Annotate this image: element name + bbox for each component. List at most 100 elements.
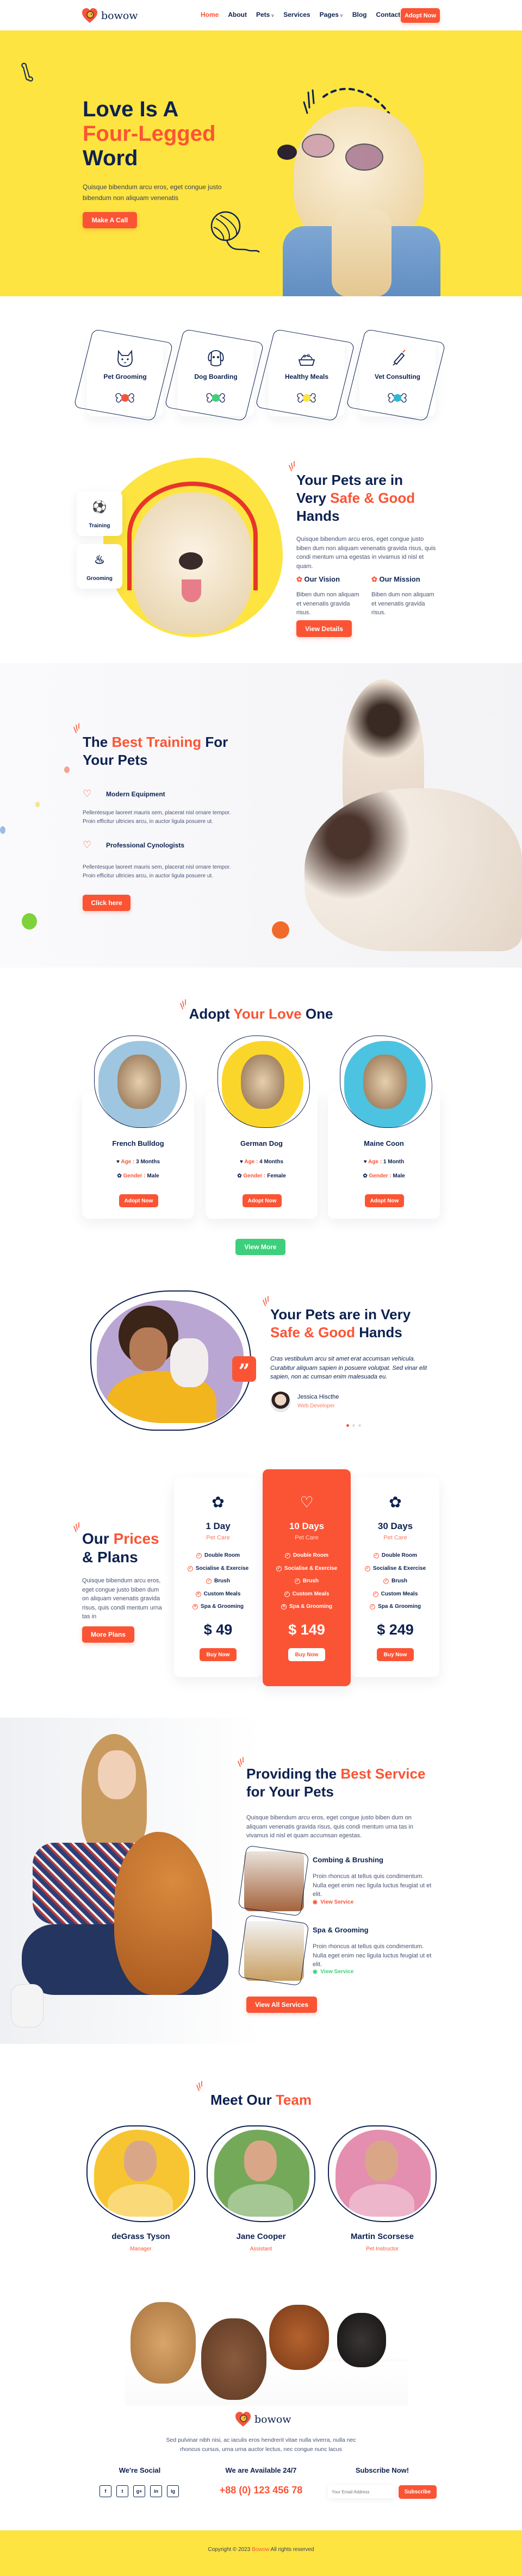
pricing-title-line1: Our Prices — [82, 1530, 159, 1548]
heart-dog-logo-icon — [82, 8, 97, 23]
view-service-link[interactable]: ◉ View Service — [313, 1969, 353, 1975]
top-navigation: bowow Home About Pets ∨ Services Pages ∨ B… — [0, 0, 522, 30]
twitter-icon[interactable]: t — [116, 2485, 128, 2497]
dog-with-sunglasses-photo — [272, 101, 446, 296]
adopt-now-button[interactable]: Adopt Now — [119, 1194, 158, 1207]
instagram-icon[interactable]: ig — [167, 2485, 179, 2497]
main-menu: Home About Pets ∨ Services Pages ∨ Blog Co… — [201, 11, 400, 18]
pricing-card: ✿ 1 Day Pet Care ✓ Double Room ✓ Socialise & E… — [174, 1477, 262, 1677]
subscribe-button[interactable]: Subscribe — [399, 2485, 437, 2499]
feature-card-vet-consulting[interactable]: Vet Consulting — [346, 328, 446, 422]
plan-subtitle: Pet Care — [206, 1535, 230, 1541]
adopt-title-part: One — [301, 1006, 333, 1022]
paw-icon: ✿ — [237, 1173, 244, 1179]
more-plans-button[interactable]: More Plans — [82, 1626, 134, 1643]
brand-name: bowow — [101, 10, 138, 22]
training-item-title: Modern Equipment — [106, 790, 165, 798]
check-circle-icon: ✓ — [383, 1579, 389, 1584]
nav-pages[interactable]: Pages ∨ — [320, 11, 343, 18]
nav-pages-label: Pages — [319, 11, 339, 18]
pet-age: ♥ Age : 4 Months — [206, 1159, 318, 1165]
training-item-text: Pellentesque laoreet mauris sem, placera… — [83, 864, 231, 879]
nav-services[interactable]: Services — [283, 11, 310, 18]
feature-card-healthy-meals[interactable]: Healthy Meals — [255, 328, 355, 422]
hero-title-line1: Love Is A — [83, 97, 179, 121]
accent-lines-icon — [289, 461, 295, 471]
services-title-line1: Providing the Best Service — [246, 1765, 425, 1783]
nav-pets[interactable]: Pets ∨ — [256, 11, 274, 18]
food-bowl-icon — [298, 354, 315, 366]
our-vision-title: Our Vision — [304, 575, 340, 583]
plan-feature: ✓ Double Room — [174, 1552, 262, 1558]
bone-icon — [297, 393, 316, 403]
check-circle-icon: ✓ — [284, 1591, 290, 1597]
testimonial-title-line1: Your Pets are in Very — [270, 1306, 411, 1323]
chevron-down-icon: ∨ — [339, 13, 343, 18]
woman-with-puppy-photo — [97, 1300, 244, 1423]
service-text: Proin rhoncus at tellus quis condimentum… — [313, 1943, 432, 1968]
adopt-now-button[interactable]: Adopt Now — [401, 8, 440, 23]
photo-frame-decoration — [238, 1845, 309, 1917]
nav-blog[interactable]: Blog — [352, 11, 367, 18]
nav-home[interactable]: Home — [201, 11, 219, 18]
slider-dot-active[interactable] — [346, 1424, 349, 1427]
buy-now-button[interactable]: Buy Now — [200, 1648, 237, 1661]
team-member-role: Pet Instructor — [366, 2246, 399, 2252]
author-name: Jessica Hiscthe — [297, 1394, 339, 1400]
balls-icon: ⚽ — [92, 500, 107, 514]
pricing-card: ♡ 10 Days Pet Care ✓ Double Room ✓ Socialise &… — [263, 1469, 351, 1686]
pricing-card: ✿ 30 Days Pet Care ✓ Double Room ✓ Socialise &… — [351, 1477, 439, 1677]
nav-contact[interactable]: Contact — [376, 11, 401, 18]
pet-gender: ✿ Gender : Female — [206, 1173, 318, 1179]
paw-icon: ✿ — [363, 1173, 369, 1179]
testimonial-title-highlight: Safe & Good — [270, 1324, 356, 1340]
slider-dot[interactable] — [358, 1424, 361, 1427]
pricing-title-part: Our — [82, 1530, 114, 1547]
plan-feature-label: Double Room — [293, 1552, 328, 1558]
view-all-services-button[interactable]: View All Services — [246, 1997, 317, 2013]
x-circle-icon: ✕ — [195, 1591, 201, 1597]
services-text: Quisque bibendum arcu eros, eget congue … — [246, 1814, 413, 1839]
view-more-button[interactable]: View More — [235, 1239, 285, 1255]
dog-heart-icon: ♡ — [300, 1494, 314, 1511]
view-service-link[interactable]: ◉ View Service — [313, 1899, 353, 1905]
linkedin-icon[interactable]: in — [150, 2485, 162, 2497]
click-here-button[interactable]: Click here — [83, 895, 130, 911]
footer-logo[interactable]: bowow — [235, 2411, 291, 2428]
side-card-grooming[interactable]: ♨ Grooming — [77, 544, 122, 589]
plan-feature: ✓ Socialise & Exercise — [263, 1565, 351, 1571]
page: bowow Home About Pets ∨ Services Pages ∨ B… — [0, 0, 522, 2576]
paw-hand-icon: ♡ — [83, 839, 92, 850]
copyright-brand-link[interactable]: Bowow — [252, 2547, 269, 2553]
brand-logo[interactable]: bowow — [82, 8, 138, 24]
slider-dot[interactable] — [352, 1424, 355, 1427]
plan-feature: ✕ Custom Meals — [174, 1591, 262, 1597]
side-card-training[interactable]: ⚽ Training — [77, 491, 122, 536]
make-a-call-button[interactable]: Make A Call — [83, 212, 137, 228]
google-plus-icon[interactable]: g+ — [133, 2485, 145, 2497]
service-title: Spa & Grooming — [313, 1926, 369, 1934]
bone-icon: ◉ — [313, 1969, 318, 1975]
facebook-icon[interactable]: f — [100, 2485, 111, 2497]
check-circle-icon: ✓ — [374, 1553, 379, 1558]
training-title-line1: The Best Training For — [83, 733, 228, 751]
buy-now-button[interactable]: Buy Now — [377, 1648, 414, 1661]
nav-about[interactable]: About — [228, 11, 247, 18]
view-details-button[interactable]: View Details — [296, 620, 352, 637]
plan-feature-label: Custom Meals — [203, 1590, 241, 1597]
paw-icon: ✿ — [296, 575, 302, 583]
adopt-now-button[interactable]: Adopt Now — [243, 1194, 282, 1207]
adopt-now-button[interactable]: Adopt Now — [365, 1194, 404, 1207]
phone-number[interactable]: +88 (0) 123 456 78 — [207, 2485, 315, 2496]
team-member-name: deGrass Tyson — [111, 2232, 170, 2241]
feature-title: Healthy Meals — [284, 373, 329, 381]
plan-subtitle: Pet Care — [383, 1535, 407, 1541]
pet-gender: ✿ Gender : Male — [82, 1173, 194, 1179]
feature-card-dog-boarding[interactable]: Dog Boarding — [164, 328, 264, 422]
check-circle-icon: ✓ — [295, 1579, 301, 1584]
buy-now-button[interactable]: Buy Now — [288, 1648, 325, 1661]
plan-feature-label: Socialise & Exercise — [195, 1565, 249, 1571]
feature-card-pet-grooming[interactable]: Pet Grooming — [73, 328, 173, 422]
email-input[interactable] — [328, 2485, 395, 2498]
pet-name: Maine Coon — [364, 1139, 404, 1147]
